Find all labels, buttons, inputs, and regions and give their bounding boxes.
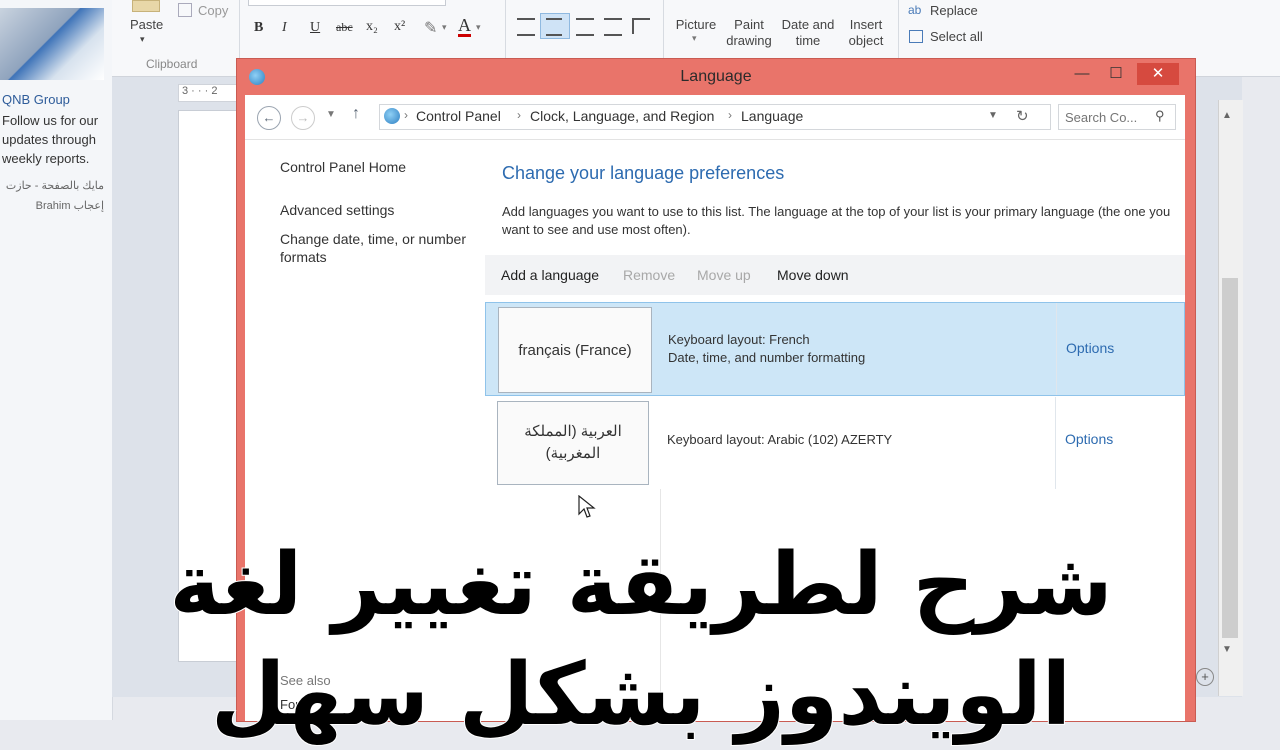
back-icon[interactable]: ← bbox=[257, 106, 281, 130]
recent-pages-icon[interactable]: ▼ bbox=[326, 109, 336, 120]
select-all-icon[interactable] bbox=[909, 30, 923, 43]
date-time-button[interactable]: Date and time bbox=[778, 17, 838, 49]
align-right-icon[interactable] bbox=[576, 18, 594, 36]
page-title: Change your language preferences bbox=[502, 163, 785, 183]
underline-button[interactable]: U bbox=[310, 20, 320, 36]
minimize-button[interactable]: — bbox=[1069, 63, 1095, 85]
breadcrumb-language[interactable]: Language bbox=[741, 108, 803, 124]
advanced-settings-link[interactable]: Advanced settings bbox=[280, 202, 394, 218]
paste-dropdown-icon[interactable]: ▾ bbox=[140, 34, 145, 45]
paragraph-icon[interactable] bbox=[632, 18, 650, 34]
paint-drawing-button[interactable]: Paint drawing bbox=[722, 17, 776, 49]
control-panel-icon bbox=[384, 108, 400, 124]
remove-button[interactable]: Remove bbox=[623, 267, 675, 283]
align-left-icon[interactable] bbox=[517, 18, 535, 36]
post-meta-line: مايك بالصفحة - حازت bbox=[5, 180, 104, 192]
subscript-button[interactable]: x₂ bbox=[366, 19, 378, 35]
language-details: Keyboard layout: French Date, time, and … bbox=[668, 331, 865, 367]
video-caption: شرح لطريقة تغيير لغة الويندوز بشكل سهل bbox=[168, 534, 1113, 746]
move-up-button[interactable]: Move up bbox=[697, 267, 751, 283]
options-link[interactable]: Options bbox=[1065, 431, 1113, 447]
insert-object-button[interactable]: Insert object bbox=[840, 17, 892, 49]
keyboard-layout-text: Keyboard layout: French bbox=[668, 332, 810, 347]
column-divider bbox=[1055, 397, 1056, 489]
post-title[interactable]: QNB Group bbox=[2, 92, 70, 107]
justify-icon[interactable] bbox=[604, 18, 622, 36]
formatting-text: Date, time, and number formatting bbox=[668, 350, 866, 365]
picture-dropdown-icon[interactable]: ▾ bbox=[692, 33, 697, 44]
italic-button[interactable]: I bbox=[282, 20, 287, 36]
paste-button[interactable]: Paste bbox=[130, 17, 163, 32]
highlight-icon[interactable]: ✎ bbox=[424, 18, 437, 38]
address-bar: ← → ▼ ↑ › Control Panel › Clock, Languag… bbox=[245, 95, 1185, 140]
maximize-button[interactable]: ☐ bbox=[1103, 63, 1129, 85]
control-panel-home-link[interactable]: Control Panel Home bbox=[280, 159, 406, 175]
post-meta: مايك بالصفحة - حازت إعجاب Brahim bbox=[0, 176, 104, 216]
superscript-button[interactable]: x² bbox=[394, 19, 405, 35]
font-name-field[interactable] bbox=[248, 0, 446, 6]
bold-button[interactable]: B bbox=[254, 20, 263, 36]
breadcrumb-control-panel[interactable]: Control Panel bbox=[416, 108, 501, 124]
forward-icon[interactable]: → bbox=[291, 106, 315, 130]
replace-button[interactable]: Replace bbox=[930, 3, 978, 18]
close-button[interactable]: ✕ bbox=[1137, 63, 1179, 85]
clipboard-group-label: Clipboard bbox=[146, 57, 198, 71]
language-toolbar: Add a language Remove Move up Move down bbox=[485, 255, 1185, 295]
breadcrumb-clock-language[interactable]: Clock, Language, and Region bbox=[530, 108, 714, 124]
title-bar[interactable]: Language — ☐ ✕ bbox=[237, 59, 1195, 95]
highlight-dropdown-icon[interactable]: ▾ bbox=[442, 22, 447, 33]
language-name-tile: العربية (المملكة المغربية) bbox=[497, 401, 649, 485]
breadcrumb-separator-icon: › bbox=[404, 108, 408, 122]
search-icon[interactable]: ⚲ bbox=[1155, 108, 1165, 124]
scroll-up-icon[interactable]: ▲ bbox=[1222, 110, 1232, 121]
breadcrumb[interactable]: › Control Panel › Clock, Language, and R… bbox=[379, 104, 1051, 130]
options-link[interactable]: Options bbox=[1066, 340, 1114, 356]
copy-button[interactable]: Copy bbox=[198, 3, 228, 18]
page-description: Add languages you want to use to this li… bbox=[502, 204, 1171, 237]
window-title: Language bbox=[680, 68, 752, 85]
mouse-pointer-icon bbox=[578, 495, 596, 518]
move-down-button[interactable]: Move down bbox=[777, 267, 849, 283]
post-meta-line: إعجاب Brahim bbox=[35, 200, 104, 212]
breadcrumb-separator-icon[interactable]: › bbox=[517, 108, 521, 122]
search-box[interactable]: ⚲ bbox=[1058, 104, 1176, 130]
language-details: Keyboard layout: Arabic (102) AZERTY bbox=[667, 431, 892, 449]
search-input[interactable] bbox=[1063, 107, 1153, 127]
language-name: français (France) bbox=[518, 341, 632, 359]
language-name: العربية (المملكة المغربية) bbox=[524, 423, 622, 462]
add-language-button[interactable]: Add a language bbox=[501, 267, 599, 283]
align-center-icon bbox=[546, 18, 562, 36]
up-icon[interactable]: ↑ bbox=[352, 105, 360, 123]
address-dropdown-icon[interactable]: ▼ bbox=[988, 110, 998, 121]
keyboard-layout-text: Keyboard layout: Arabic (102) AZERTY bbox=[667, 432, 893, 447]
ruler: 3 · · · 2 bbox=[178, 84, 240, 102]
language-row[interactable]: العربية (المملكة المغربية) Keyboard layo… bbox=[485, 397, 1183, 489]
change-formats-link[interactable]: Change date, time, or number formats bbox=[280, 230, 480, 266]
picture-button[interactable]: Picture bbox=[674, 17, 718, 32]
column-divider bbox=[1056, 303, 1057, 395]
language-row-selected[interactable]: français (France) Keyboard layout: Frenc… bbox=[485, 302, 1185, 396]
post-thumbnail[interactable] bbox=[0, 8, 104, 80]
replace-icon[interactable]: ab bbox=[908, 3, 921, 17]
breadcrumb-separator-icon[interactable]: › bbox=[728, 108, 732, 122]
refresh-icon[interactable]: ↻ bbox=[1016, 107, 1029, 125]
strikethrough-button[interactable]: abc bbox=[336, 20, 353, 35]
post-body: Follow us for our updates through weekly… bbox=[2, 113, 99, 166]
font-color-dropdown-icon[interactable]: ▾ bbox=[476, 22, 481, 33]
language-name-tile: français (France) bbox=[498, 307, 652, 393]
select-all-button[interactable]: Select all bbox=[930, 29, 983, 44]
ruler-text: 3 · · · 2 bbox=[182, 85, 218, 97]
font-color-icon[interactable]: A bbox=[458, 16, 471, 37]
paste-icon[interactable] bbox=[132, 0, 160, 12]
copy-icon[interactable] bbox=[178, 3, 192, 17]
